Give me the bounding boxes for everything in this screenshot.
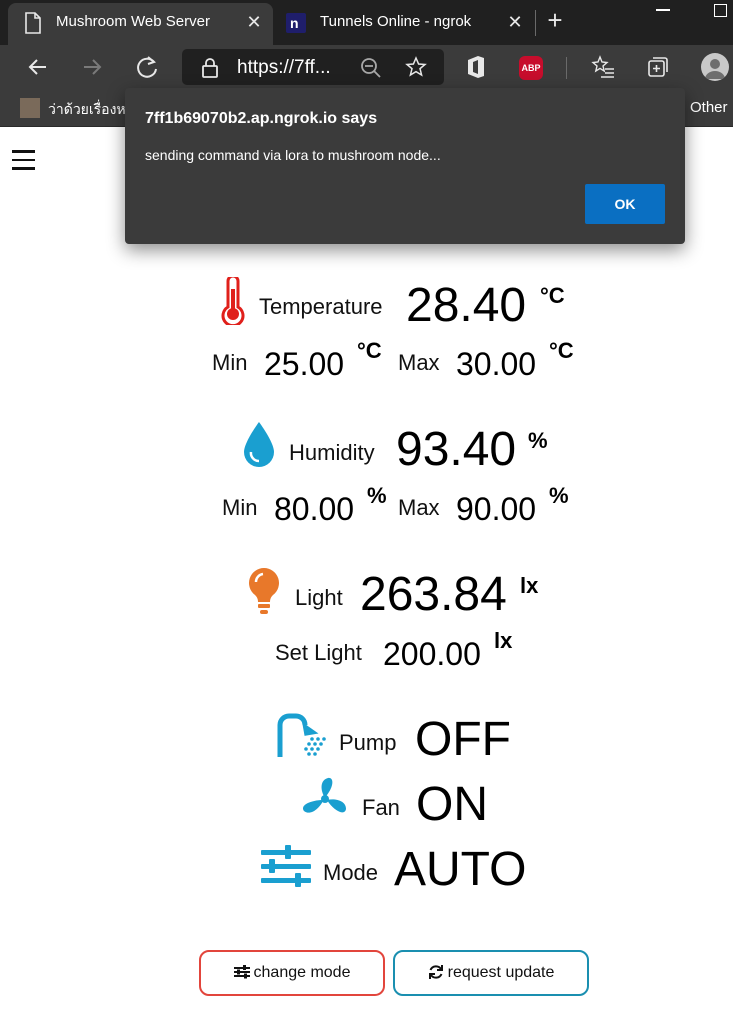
sliders-icon [261,845,311,887]
forward-button[interactable] [78,53,106,81]
humidity-value: 93.40 [396,423,517,476]
humidity-max-unit: % [549,483,569,508]
favorite-thumbnail-icon [20,98,40,118]
light-label: Light [295,585,343,610]
dialog-title: 7ff1b69070b2.ap.ngrok.io says [145,110,378,127]
adblock-plus-icon[interactable]: ABP [519,56,543,80]
humidity-min-label: Min [222,495,258,520]
mode-label: Mode [323,860,379,885]
tab-title: Mushroom Web Server [56,13,210,30]
tab-strip: Mushroom Web Server ✕ n Tunnels Online -… [0,0,733,45]
browser-toolbar: https://7ff... ABP [0,45,733,89]
svg-text:n: n [290,15,299,31]
fan-state: ON [416,778,488,831]
dialog-message: sending command via lora to mushroom nod… [145,147,441,163]
person-icon [705,59,725,79]
mode-state: AUTO [394,843,527,896]
close-tab-icon[interactable]: ✕ [244,12,264,32]
thermometer-icon [221,277,245,325]
tab-mushroom-web-server[interactable]: Mushroom Web Server ✕ [8,3,273,45]
humidity-max-value: 90.00 [456,491,537,527]
url-text: https://7ff... [237,57,331,78]
forward-arrow-icon [84,59,102,75]
light-unit: lx [520,573,539,598]
back-arrow-icon [28,59,46,75]
close-tab-icon[interactable]: ✕ [505,12,525,32]
temperature-label: Temperature [259,294,383,319]
favorite-item[interactable]: ว่าด้วยเรื่องหน [48,99,135,121]
humidity-label: Humidity [289,440,375,465]
fan-icon [302,777,346,813]
set-light-unit: lx [494,628,513,653]
favorites-list-icon[interactable] [591,55,615,79]
refresh-button[interactable] [133,53,161,81]
favorite-star-icon[interactable] [405,56,427,78]
fan-label: Fan [362,795,400,820]
collections-icon[interactable] [646,55,670,79]
light-bulb-icon [249,568,279,614]
toolbar-separator [566,57,567,79]
ngrok-icon: n [286,13,306,33]
page-icon [25,12,41,34]
tab-tunnels-online[interactable]: n Tunnels Online - ngrok ✕ [276,3,534,45]
other-favorites[interactable]: Other [690,99,728,116]
zoom-out-icon[interactable] [360,57,382,79]
water-drop-icon [244,422,274,467]
temperature-max-label: Max [398,350,440,375]
humidity-max-label: Max [398,495,440,520]
pump-state: OFF [415,713,511,766]
humidity-min-unit: % [367,483,387,508]
temperature-min-value: 25.00 [264,346,345,382]
menu-icon[interactable] [12,150,36,172]
temperature-max-value: 30.00 [456,346,537,382]
office-icon[interactable] [466,55,486,79]
temperature-min-unit: °C [357,338,382,363]
set-light-label: Set Light [275,640,362,665]
sliders-icon [233,965,250,979]
refresh-icon [137,56,157,78]
temperature-max-unit: °C [549,338,574,363]
change-mode-button[interactable]: change mode [199,950,385,996]
shower-icon [277,713,326,757]
address-bar[interactable]: https://7ff... [182,49,444,85]
temperature-value: 28.40 [406,279,527,332]
humidity-unit: % [528,428,548,453]
new-tab-button[interactable]: + [543,7,567,33]
change-mode-label: change mode [253,964,351,981]
tab-title: Tunnels Online - ngrok [320,13,472,30]
alert-dialog: 7ff1b69070b2.ap.ngrok.io says sending co… [125,88,685,244]
profile-avatar[interactable] [701,53,729,81]
maximize-icon[interactable] [714,4,727,17]
request-update-button[interactable]: request update [393,950,589,996]
light-value: 263.84 [360,568,507,621]
humidity-min-value: 80.00 [274,491,355,527]
temperature-min-label: Min [212,350,248,375]
refresh-icon [428,965,443,979]
temperature-unit: °C [540,283,565,308]
lock-icon [202,58,218,78]
set-light-value: 200.00 [383,636,481,672]
back-button[interactable] [24,53,52,81]
request-update-label: request update [447,964,555,981]
minimize-icon[interactable] [656,9,670,11]
ok-button[interactable]: OK [585,184,665,224]
tab-separator [535,10,536,36]
pump-label: Pump [339,730,397,755]
